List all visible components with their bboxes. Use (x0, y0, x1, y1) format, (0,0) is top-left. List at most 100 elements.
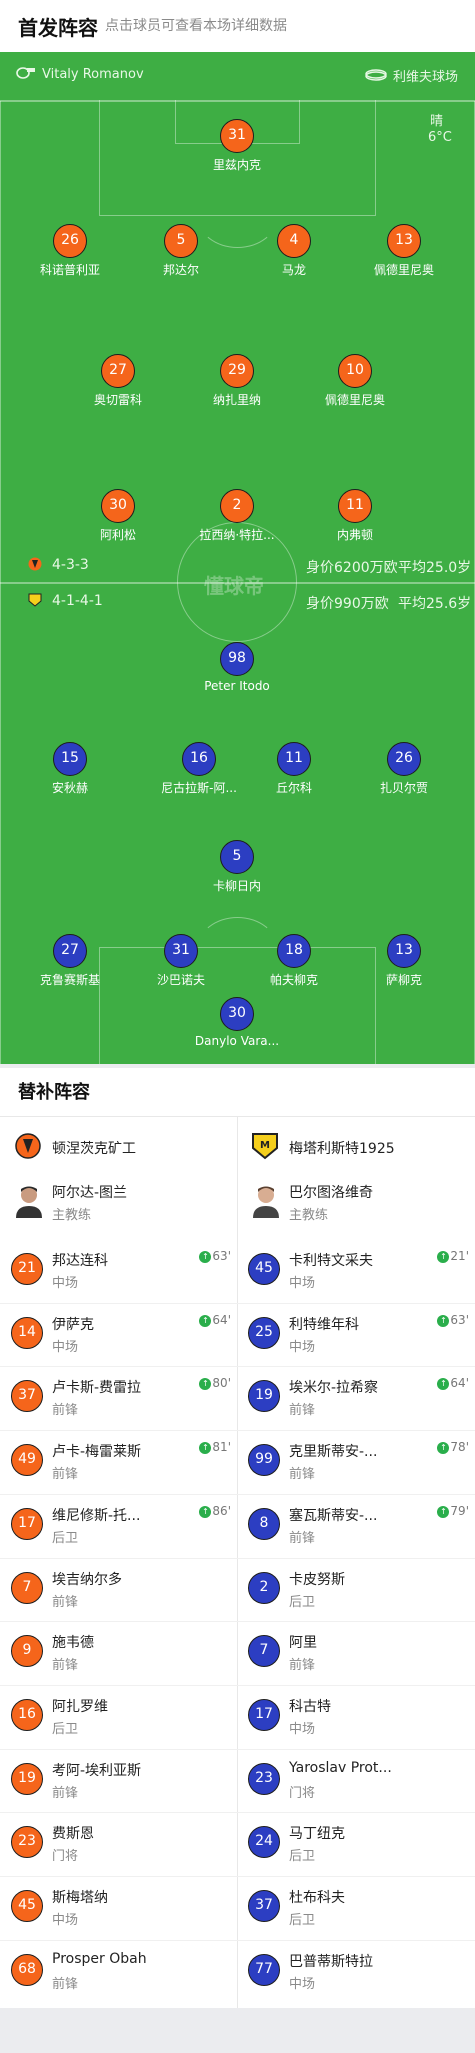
sub-in-info: ↑ 79' (437, 1504, 469, 1518)
sub-in-info: ↑ 63' (437, 1313, 469, 1327)
player-number: 18 (277, 934, 311, 968)
home-player[interactable]: 31 里兹内克 (167, 119, 307, 173)
sub-in-time: 79' (450, 1503, 469, 1518)
sub-name: 科古特 (289, 1698, 331, 1715)
away-sub-row[interactable]: 99 克里斯蒂安-... 前锋 ↑ 78' (237, 1430, 475, 1493)
sub-name: 埃米尔-拉希察 (289, 1380, 379, 1397)
row-divider (0, 1876, 237, 1877)
home-sub-row[interactable]: 9 施韦德 前锋 (0, 1621, 237, 1684)
sub-position: 前锋 (52, 1658, 79, 1674)
away-sub-row[interactable]: 19 埃米尔-拉希察 前锋 ↑ 64' (237, 1366, 475, 1429)
sub-number: 49 (11, 1444, 43, 1477)
away-sub-row[interactable]: 2 卡皮努斯 后卫 (237, 1558, 475, 1621)
away-sub-row[interactable]: 8 塞瓦斯蒂安-... 前锋 ↑ 79' (237, 1494, 475, 1557)
sub-number: 7 (248, 1635, 280, 1668)
sub-name: 费斯恩 (52, 1826, 94, 1843)
row-divider (237, 1621, 475, 1623)
sub-position: 前锋 (52, 1467, 79, 1483)
home-team-name: 顿涅茨克矿工 (52, 1141, 136, 1157)
sub-name: 杜布科夫 (289, 1890, 345, 1906)
home-sub-row[interactable]: 14 伊萨克 中场 ↑ 64' (0, 1303, 237, 1366)
away-player[interactable]: 13 萨柳克 (334, 934, 474, 988)
away-sub-row[interactable]: 25 利特维年科 中场 ↑ 63' (237, 1303, 475, 1366)
away-sub-row[interactable]: 17 科古特 中场 (237, 1685, 475, 1748)
home-value: 身价6200万欧 (306, 560, 398, 576)
player-number: 16 (182, 742, 216, 776)
sub-number: 45 (11, 1890, 43, 1922)
player-number: 98 (220, 642, 254, 676)
sub-name: Prosper Obah (52, 1950, 147, 1967)
sub-position: 前锋 (289, 1530, 316, 1546)
away-sub-row[interactable]: 7 阿里 前锋 (237, 1621, 475, 1684)
away-coach[interactable]: 巴尔图洛维奇 主教练 (237, 1178, 475, 1234)
row-divider (237, 1557, 475, 1559)
away-player[interactable]: 26 扎贝尔贾 (334, 742, 474, 796)
sub-in-info: ↑ 21' (437, 1249, 469, 1263)
sub-position: 后卫 (289, 1849, 316, 1865)
home-sub-row[interactable]: 21 邦达连科 中场 ↑ 63' (0, 1239, 237, 1302)
row-divider (237, 1812, 475, 1814)
player-number: 27 (53, 934, 87, 968)
home-sub-row[interactable]: 37 卢卡斯-费雷拉 前锋 ↑ 80' (0, 1366, 237, 1429)
away-team-row[interactable]: M 梅塔利斯特1925 (237, 1120, 475, 1176)
away-sub-row[interactable]: 24 马丁纽克 后卫 (237, 1812, 475, 1875)
sub-number: 37 (11, 1380, 43, 1413)
home-team-row[interactable]: 顿涅茨克矿工 (0, 1120, 237, 1176)
player-number: 31 (220, 119, 254, 153)
player-number: 2 (220, 489, 254, 523)
away-player[interactable]: 30 Danylo Vara... (167, 997, 307, 1048)
sub-in-icon: ↑ (437, 1251, 450, 1263)
away-player[interactable]: 15 安秋赫 (0, 742, 140, 796)
watermark: 懂球帝 (204, 574, 264, 598)
sub-number: 17 (248, 1698, 280, 1731)
home-team-logo-icon (15, 1133, 41, 1159)
home-player[interactable]: 10 佩德里尼奥 (285, 354, 425, 408)
sub-name: 邦达连科 (52, 1253, 108, 1269)
sub-name: 卡利特文采夫 (289, 1253, 373, 1269)
home-player[interactable]: 11 内弗顿 (285, 489, 425, 543)
away-sub-row[interactable]: 37 杜布科夫 后卫 (237, 1876, 475, 1939)
away-player[interactable]: 5 卡柳日内 (167, 840, 307, 894)
sub-position: 前锋 (52, 1594, 79, 1610)
footer-space (0, 2008, 475, 2053)
home-formation-row: 4-3-3 (28, 557, 89, 573)
home-sub-row[interactable]: 17 维尼修斯-托... 后卫 ↑ 86' (0, 1494, 237, 1557)
sub-position: 前锋 (289, 1403, 316, 1419)
away-sub-row[interactable]: 45 卡利特文采夫 中场 ↑ 21' (237, 1239, 475, 1302)
home-sub-row[interactable]: 49 卢卡-梅雷莱斯 前锋 ↑ 81' (0, 1430, 237, 1493)
home-sub-row[interactable]: 7 埃吉纳尔多 前锋 (0, 1558, 237, 1621)
coach-avatar-icon (16, 1186, 42, 1218)
home-sub-row[interactable]: 23 费斯恩 门将 (0, 1812, 237, 1875)
sub-number: 45 (248, 1253, 280, 1285)
home-sub-row[interactable]: 45 斯梅塔纳 中场 (0, 1876, 237, 1939)
sub-number: 14 (11, 1316, 43, 1349)
away-sub-row[interactable]: 77 巴普蒂斯特拉 中场 (237, 1940, 475, 2003)
sub-name: 斯梅塔纳 (52, 1890, 108, 1906)
shakhtar-logo-icon (28, 557, 42, 571)
player-name: 佩德里尼奥 (324, 393, 385, 407)
sub-number: 77 (248, 1953, 280, 1986)
row-divider (237, 1366, 475, 1368)
sub-in-info: ↑ 64' (437, 1376, 469, 1391)
home-coach[interactable]: 阿尔达-图兰 主教练 (0, 1178, 237, 1234)
away-player[interactable]: 98 Peter Itodo (167, 642, 307, 693)
sub-number: 25 (248, 1316, 280, 1349)
player-number: 11 (277, 742, 311, 776)
sub-in-info: ↑ 81' (199, 1440, 231, 1455)
home-avg-age: 平均25.0岁 (398, 560, 472, 576)
sub-in-time: 63' (212, 1249, 231, 1263)
player-name: Danylo Vara... (194, 1034, 280, 1048)
sub-number: 23 (11, 1826, 43, 1859)
away-sub-row[interactable]: 23 Yaroslav Prot... 门将 (237, 1749, 475, 1812)
sub-in-icon: ↑ (437, 1442, 450, 1455)
home-sub-row[interactable]: 16 阿扎罗维 后卫 (0, 1685, 237, 1748)
home-sub-row[interactable]: 19 考阿-埃利亚斯 前锋 (0, 1749, 237, 1812)
sub-in-icon: ↑ (199, 1442, 212, 1455)
row-divider (237, 1939, 475, 1941)
sub-number: 2 (248, 1571, 280, 1604)
home-player[interactable]: 13 佩德里尼奥 (334, 224, 474, 278)
home-sub-row[interactable]: 68 Prosper Obah 前锋 (0, 1940, 237, 2003)
row-divider (237, 1748, 475, 1750)
player-name: 安秋赫 (51, 781, 88, 795)
lineup-header: 首发阵容 点击球员可查看本场详细数据 (0, 0, 475, 52)
